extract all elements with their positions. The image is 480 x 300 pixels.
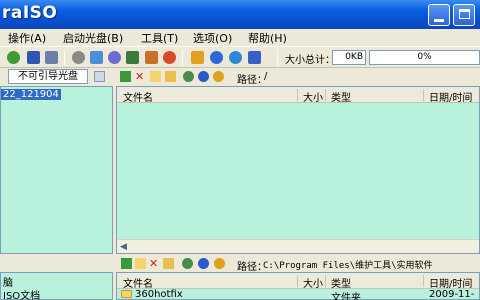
new-folder-icon[interactable]	[150, 71, 161, 82]
row-type: 文件夹	[331, 293, 361, 300]
upper-column-header: 文件名 大小 类型 日期/时间	[117, 87, 479, 104]
menu-bar: 操作(A) 启动光盘(B) 工具(T) 选项(O) 帮助(H)	[0, 29, 480, 46]
iso-tree-pane[interactable]: 22_121904	[0, 86, 113, 254]
add-file-icon[interactable]	[183, 71, 194, 82]
total-size-value: 0KB	[332, 50, 366, 65]
tool-icon[interactable]	[145, 51, 158, 64]
compress-icon[interactable]	[126, 51, 139, 64]
col-type[interactable]: 类型	[331, 89, 351, 104]
local-file-list[interactable]: 文件名 大小 类型 日期/时间 360hotfix 文件夹 2009-11-18	[116, 272, 480, 300]
toolbar-separator	[64, 50, 65, 66]
boot-type-field[interactable]: 不可引导光盘	[8, 69, 88, 84]
settings-gear-icon[interactable]	[198, 71, 209, 82]
lower-delete-icon[interactable]: ✕	[149, 258, 160, 269]
tree-item-iso-docs[interactable]: ISO文档	[3, 287, 40, 300]
mount-icon[interactable]	[90, 51, 103, 64]
lower-col-filename[interactable]: 文件名	[123, 275, 153, 290]
tree-root-item[interactable]: 22_121904	[1, 89, 61, 100]
folder-icon	[121, 290, 132, 298]
upper-path-label: 路径：	[237, 75, 267, 86]
menu-options[interactable]: 选项(O)	[193, 30, 232, 46]
col-size[interactable]: 大小	[303, 89, 323, 104]
upper-horizontal-scrollbar[interactable]: ◀	[117, 239, 479, 253]
burn-icon[interactable]	[72, 51, 85, 64]
lower-path-value: C:\Program Files\维护工具\实用软件	[263, 261, 433, 271]
size-progress-bar: 0%	[369, 50, 480, 65]
total-size-label: 大小总计：	[285, 55, 335, 66]
iso-file-list[interactable]: 文件名 大小 类型 日期/时间 ◀	[116, 86, 480, 254]
toolbar-separator	[277, 50, 278, 66]
lower-col-type[interactable]: 类型	[331, 275, 351, 290]
menu-operation[interactable]: 操作(A)	[8, 30, 46, 46]
extract-icon[interactable]	[108, 51, 121, 64]
row-filename: 360hotfix	[135, 289, 183, 300]
lower-col-size[interactable]: 大小	[303, 275, 323, 290]
local-tree-pane[interactable]: 脑 ISO文档	[0, 272, 113, 300]
exit-icon[interactable]	[248, 51, 261, 64]
maximize-button[interactable]	[453, 4, 475, 26]
col-filename[interactable]: 文件名	[123, 89, 153, 104]
upper-pane-toolbar: 不可引导光盘 ✕ 路径： /	[0, 68, 480, 86]
col-datetime[interactable]: 日期/时间	[429, 89, 472, 104]
row-date: 2009-11-18	[429, 289, 475, 300]
minimize-button[interactable]	[428, 4, 450, 26]
lower-col-datetime[interactable]: 日期/时间	[429, 275, 472, 290]
boot-properties-icon[interactable]	[94, 71, 105, 82]
menu-help[interactable]: 帮助(H)	[248, 30, 287, 46]
virtual-drive-icon[interactable]	[163, 51, 176, 64]
upper-path-value: /	[264, 71, 268, 82]
save-as-icon[interactable]	[45, 51, 58, 64]
lower-new-folder-icon[interactable]	[135, 258, 146, 269]
help-icon[interactable]	[229, 51, 242, 64]
title-bar: raISO	[0, 0, 480, 29]
lower-settings-gear-icon[interactable]	[198, 258, 209, 269]
info-icon[interactable]	[210, 51, 223, 64]
main-toolbar: 大小总计： 0KB 0%	[0, 46, 480, 68]
menu-boot[interactable]: 启动光盘(B)	[63, 30, 123, 46]
lower-column-header: 文件名 大小 类型 日期/时间	[117, 273, 479, 290]
delete-icon[interactable]: ✕	[135, 71, 146, 82]
scroll-left-icon[interactable]: ◀	[120, 242, 127, 252]
toolbar-separator	[182, 50, 183, 66]
list-item[interactable]: 360hotfix 文件夹 2009-11-18	[117, 289, 479, 300]
rename-icon[interactable]	[165, 71, 176, 82]
menu-tools[interactable]: 工具(T)	[141, 30, 178, 46]
properties-icon[interactable]	[191, 51, 204, 64]
lower-pane-toolbar: ✕ 路径： C:\Program Files\维护工具\实用软件	[116, 255, 480, 273]
window-title: raISO	[2, 3, 58, 23]
lower-add-icon[interactable]	[182, 258, 193, 269]
lower-rename-icon[interactable]	[163, 258, 174, 269]
lower-up-folder-icon[interactable]	[121, 258, 132, 269]
save-icon[interactable]	[27, 51, 40, 64]
new-icon[interactable]	[7, 51, 20, 64]
lower-refresh-icon[interactable]	[214, 258, 225, 269]
lower-left-toolbar	[0, 255, 113, 272]
up-folder-icon[interactable]	[120, 71, 131, 82]
refresh-icon[interactable]	[213, 71, 224, 82]
